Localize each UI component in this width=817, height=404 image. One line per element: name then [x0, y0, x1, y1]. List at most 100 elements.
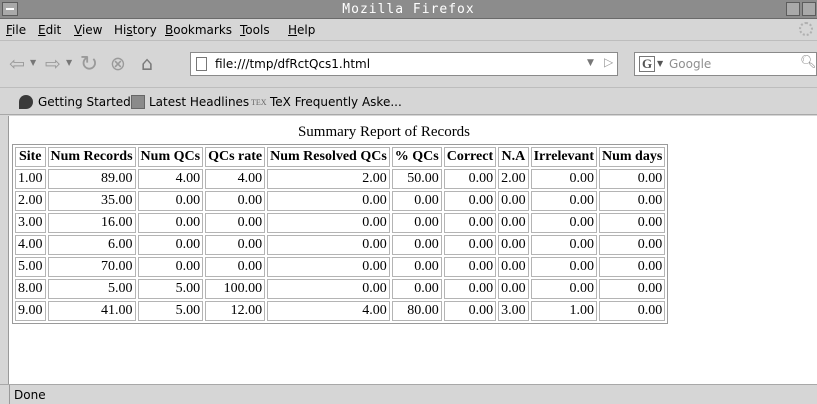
table-cell: 0.00	[443, 191, 497, 211]
status-text: Done	[14, 388, 46, 402]
table-cell: 0.00	[137, 257, 204, 277]
table-cell: 0.00	[267, 279, 390, 299]
url-bar[interactable]: file:///tmp/dfRctQcs1.html	[190, 52, 618, 76]
table-cell: 0.00	[443, 235, 497, 255]
menu-view[interactable]: View	[74, 23, 102, 37]
column-header: N.A	[498, 147, 529, 167]
column-header: % QCs	[391, 147, 442, 167]
table-cell: 0.00	[530, 191, 597, 211]
forward-history-dropdown[interactable]: ▼	[66, 58, 72, 67]
leaf-icon	[19, 95, 33, 109]
back-arrow-icon[interactable]: ⇦	[6, 53, 28, 75]
reload-icon[interactable]: ↻	[78, 52, 100, 77]
engine-dropdown-icon[interactable]: ▼	[657, 59, 663, 68]
column-header: Num Resolved QCs	[267, 147, 390, 167]
minimize-button[interactable]	[786, 2, 800, 16]
table-cell: 5.00	[137, 279, 204, 299]
table-header-row: Site Num Records Num QCs QCs rate Num Re…	[15, 147, 666, 167]
table-cell: 0.00	[498, 279, 529, 299]
table-cell: 5.00	[137, 301, 204, 321]
table-cell: 3.00	[498, 301, 529, 321]
report-title: Summary Report of Records	[297, 124, 471, 140]
menu-edit[interactable]: Edit	[38, 23, 61, 37]
table-cell: 0.00	[205, 213, 266, 233]
table-cell: 89.00	[47, 169, 136, 189]
bookmark-latest-headlines[interactable]: Latest Headlines	[149, 95, 249, 109]
table-cell: 0.00	[137, 191, 204, 211]
go-arrow-icon[interactable]: ▷	[604, 55, 613, 69]
menu-bar: File Edit View History Bookmarks Tools H…	[0, 19, 817, 41]
table-cell: 0.00	[599, 213, 666, 233]
table-row: 4.00 6.00 0.00 0.00 0.00 0.00 0.00 0.00 0.00 0.00	[15, 235, 666, 255]
table-cell: 9.00	[15, 301, 46, 321]
table-cell: 0.00	[267, 235, 390, 255]
table-cell: 0.00	[530, 213, 597, 233]
table-cell: 0.00	[599, 279, 666, 299]
search-box[interactable]: G ▼ Google	[634, 52, 817, 76]
url-text: file:///tmp/dfRctQcs1.html	[215, 57, 371, 71]
table-cell: 0.00	[443, 257, 497, 277]
throbber-icon	[799, 22, 813, 36]
table-cell: 0.00	[391, 257, 442, 277]
table-cell: 41.00	[47, 301, 136, 321]
table-cell: 0.00	[498, 213, 529, 233]
table-cell: 0.00	[443, 279, 497, 299]
table-cell: 0.00	[391, 279, 442, 299]
table-cell: 6.00	[47, 235, 136, 255]
menu-bookmarks[interactable]: Bookmarks	[165, 23, 232, 37]
table-cell: 0.00	[530, 257, 597, 277]
stop-icon[interactable]: ⊗	[107, 53, 129, 75]
tex-icon: TEX	[251, 98, 267, 107]
table-cell: 4.00	[267, 301, 390, 321]
status-divider	[9, 385, 10, 404]
table-cell: 4.00	[15, 235, 46, 255]
table-cell: 0.00	[498, 257, 529, 277]
table-cell: 0.00	[391, 191, 442, 211]
menu-file[interactable]: File	[6, 23, 26, 37]
table-cell: 70.00	[47, 257, 136, 277]
menu-history[interactable]: History	[114, 23, 157, 37]
table-cell: 35.00	[47, 191, 136, 211]
back-history-dropdown[interactable]: ▼	[30, 58, 36, 67]
bookmark-tex-faq[interactable]: TeX Frequently Aske...	[270, 95, 402, 109]
rss-icon	[131, 95, 145, 109]
forward-arrow-icon[interactable]: ⇨	[42, 53, 64, 75]
table-cell: 1.00	[15, 169, 46, 189]
menu-tools[interactable]: Tools	[240, 23, 270, 37]
table-cell: 0.00	[443, 213, 497, 233]
menu-help[interactable]: Help	[288, 23, 315, 37]
table-cell: 0.00	[267, 213, 390, 233]
table-cell: 100.00	[205, 279, 266, 299]
table-cell: 0.00	[599, 191, 666, 211]
table-cell: 8.00	[15, 279, 46, 299]
search-input[interactable]: Google	[669, 57, 711, 71]
table-cell: 0.00	[137, 213, 204, 233]
table-cell: 4.00	[137, 169, 204, 189]
maximize-button[interactable]	[802, 2, 816, 16]
search-icon[interactable]: 🔍︎	[800, 55, 817, 70]
table-cell: 2.00	[498, 169, 529, 189]
navigation-toolbar: ⇦ ▼ ⇨ ▼ ↻ ⊗ ⌂ file:///tmp/dfRctQcs1.html…	[0, 42, 817, 88]
page-icon	[196, 57, 207, 71]
table-cell: 0.00	[267, 191, 390, 211]
column-header: Num days	[599, 147, 666, 167]
table-row: 8.00 5.00 5.00 100.00 0.00 0.00 0.00 0.00 0.00 0.…	[15, 279, 666, 299]
table-cell: 5.00	[15, 257, 46, 277]
table-cell: 12.00	[205, 301, 266, 321]
table-cell: 0.00	[599, 257, 666, 277]
table-cell: 0.00	[443, 169, 497, 189]
table-row: 9.00 41.00 5.00 12.00 4.00 80.00 0.00 3.00 1.00 0…	[15, 301, 666, 321]
table-cell: 0.00	[391, 235, 442, 255]
column-header: QCs rate	[205, 147, 266, 167]
table-cell: 2.00	[267, 169, 390, 189]
google-engine-icon[interactable]: G	[639, 56, 655, 72]
table-cell: 0.00	[137, 235, 204, 255]
bookmark-getting-started[interactable]: Getting Started	[38, 95, 131, 109]
table-cell: 2.00	[15, 191, 46, 211]
table-cell: 3.00	[15, 213, 46, 233]
table-cell: 80.00	[391, 301, 442, 321]
table-cell: 0.00	[599, 169, 666, 189]
home-icon[interactable]: ⌂	[136, 53, 158, 75]
url-dropdown-icon[interactable]: ▼	[587, 58, 594, 68]
table-cell: 0.00	[530, 279, 597, 299]
